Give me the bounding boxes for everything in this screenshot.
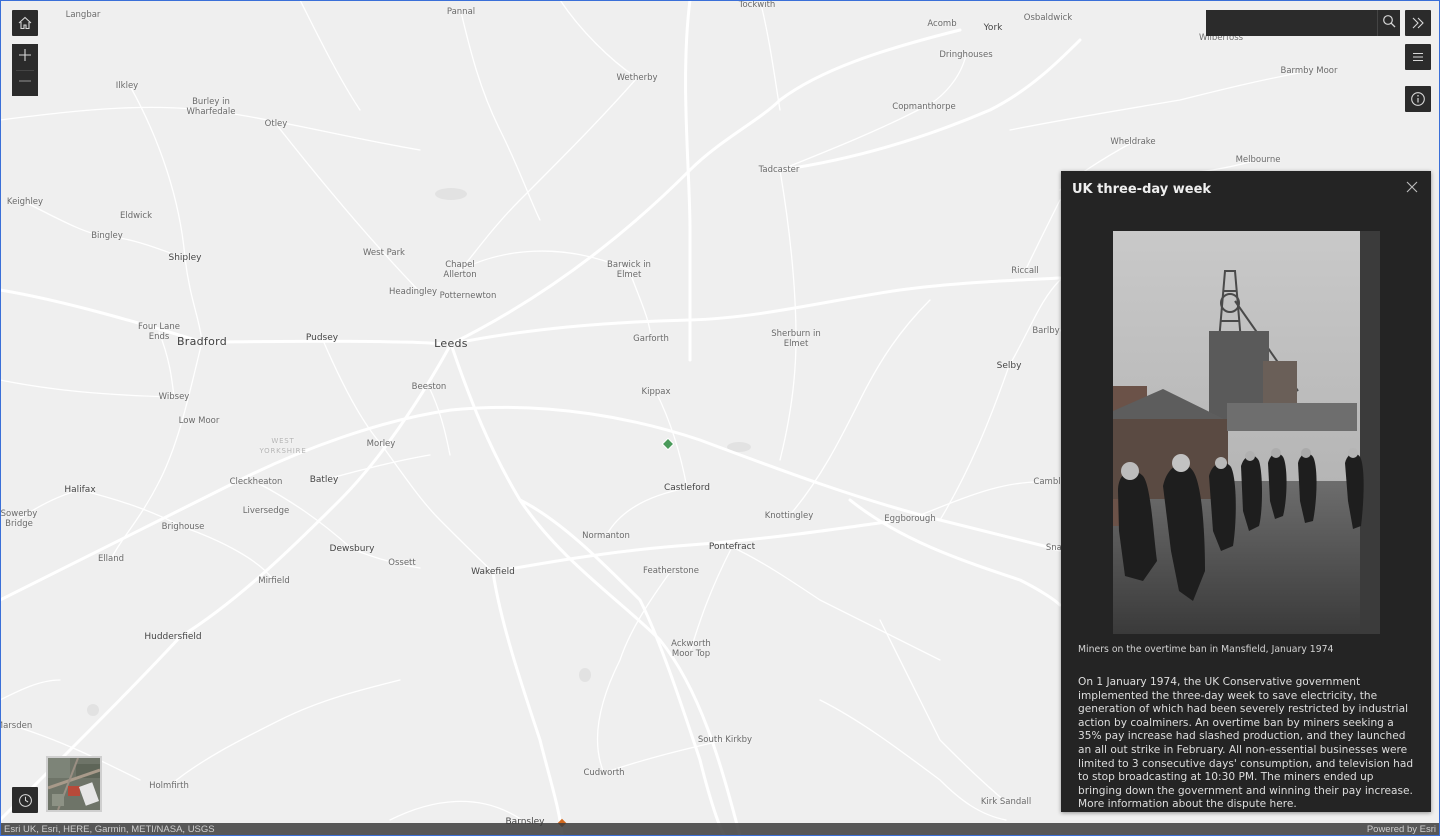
popup-body-text: On 1 January 1974, the UK Conservative g… xyxy=(1078,676,1414,811)
place-label: Pontefract xyxy=(708,542,756,552)
info-icon xyxy=(1410,91,1426,107)
place-label: Ossett xyxy=(388,558,416,568)
place-label: Burley in Wharfedale xyxy=(186,97,236,117)
list-icon xyxy=(1411,50,1425,64)
place-label: Potternewton xyxy=(439,291,497,301)
place-label: Knottingley xyxy=(764,511,814,521)
clock-icon xyxy=(18,793,33,808)
plus-icon xyxy=(18,48,32,67)
place-label: Huddersfield xyxy=(144,632,202,642)
place-label: Cleckheaton xyxy=(229,477,283,487)
search-input[interactable] xyxy=(1206,10,1377,36)
double-chevron-right-icon xyxy=(1411,16,1425,30)
place-label: Pannal xyxy=(446,7,476,17)
place-label: Sherburn in Elmet xyxy=(771,329,821,349)
place-label: Leeds xyxy=(434,337,468,350)
place-label: Brighouse xyxy=(161,522,205,532)
place-label: Morley xyxy=(366,439,396,449)
place-label: Barlby xyxy=(1032,326,1060,336)
zoom-out-button[interactable] xyxy=(12,70,38,96)
popup-header: UK three-day week xyxy=(1061,171,1431,207)
map-marker-green[interactable] xyxy=(661,437,675,451)
place-label: Langbar xyxy=(65,10,101,20)
place-label: Bingley xyxy=(91,231,123,241)
place-label: Liversedge xyxy=(242,506,290,516)
place-label: Tadcaster xyxy=(758,165,800,175)
close-button[interactable] xyxy=(1403,180,1421,198)
place-label: Batley xyxy=(309,475,339,485)
place-label: Eldwick xyxy=(119,211,153,221)
place-label: Garforth xyxy=(633,334,669,344)
place-label: Beeston xyxy=(411,382,447,392)
time-slider-button[interactable] xyxy=(12,787,38,813)
place-label: Holmfirth xyxy=(149,781,189,791)
place-label: Castleford xyxy=(664,483,710,493)
home-icon xyxy=(17,15,33,31)
popup-photo xyxy=(1113,231,1380,634)
feature-popup: UK three-day week Miners on the overtime… xyxy=(1061,171,1431,812)
place-label: Halifax xyxy=(64,485,96,495)
powered-by-link[interactable]: Powered by Esri xyxy=(1367,823,1436,836)
minus-icon xyxy=(18,74,32,93)
photo-caption: Miners on the overtime ban in Mansfield,… xyxy=(1078,644,1334,655)
popup-title: UK three-day week xyxy=(1072,181,1212,197)
place-label: York xyxy=(983,23,1003,33)
search-widget xyxy=(1206,10,1400,36)
place-label: Melbourne xyxy=(1235,155,1281,165)
place-label: Sowerby Bridge xyxy=(0,509,38,529)
expand-button[interactable] xyxy=(1405,10,1431,36)
place-label: Dewsbury xyxy=(329,544,375,554)
place-label: Dringhouses xyxy=(939,50,993,60)
search-button[interactable] xyxy=(1377,10,1400,36)
layer-list-button[interactable] xyxy=(1405,44,1431,70)
close-icon xyxy=(1406,180,1418,198)
basemap-toggle[interactable] xyxy=(46,756,102,812)
home-button[interactable] xyxy=(12,10,38,36)
place-label: Selby xyxy=(996,361,1022,371)
place-label: Eggborough xyxy=(884,514,936,524)
place-label: Elland xyxy=(97,554,125,564)
place-label: Low Moor xyxy=(178,416,220,426)
place-label: Kirk Sandall xyxy=(980,797,1032,807)
place-label: Osbaldwick xyxy=(1023,13,1073,23)
place-label: Normanton xyxy=(582,531,630,541)
place-label: Pudsey xyxy=(305,333,339,343)
place-label: Featherstone xyxy=(643,566,699,576)
place-label: South Kirkby xyxy=(697,735,753,745)
place-label: Ilkley xyxy=(115,81,139,91)
place-label: Wheldrake xyxy=(1110,137,1156,147)
place-label: Copmanthorpe xyxy=(892,102,956,112)
info-button[interactable] xyxy=(1405,86,1431,112)
zoom-control xyxy=(12,44,38,96)
place-label: Kippax xyxy=(641,387,671,397)
place-label: Headingley xyxy=(389,287,437,297)
place-label: Cambl xyxy=(1033,477,1061,487)
place-label: Bradford xyxy=(176,335,228,348)
place-label: Ackworth Moor Top xyxy=(671,639,711,659)
place-label: Barmby Moor xyxy=(1280,66,1338,76)
zoom-in-button[interactable] xyxy=(12,44,38,70)
place-label: Wakefield xyxy=(471,567,515,577)
place-label: Keighley xyxy=(6,197,44,207)
place-label: Otley xyxy=(264,119,288,129)
place-label: West Park xyxy=(363,248,405,258)
place-label: Tockwith xyxy=(738,0,776,10)
place-label: Mirfield xyxy=(258,576,290,586)
attribution-text: Esri UK, Esri, HERE, Garmin, METI/NASA, … xyxy=(4,824,215,835)
place-label: Cudworth xyxy=(583,768,625,778)
attribution-bar: Esri UK, Esri, HERE, Garmin, METI/NASA, … xyxy=(0,823,1440,836)
place-label: Marsden xyxy=(0,721,33,731)
place-label: Acomb xyxy=(927,19,957,29)
satellite-thumbnail xyxy=(48,758,100,810)
zoom-divider xyxy=(16,70,34,71)
place-label: Shipley xyxy=(168,253,202,263)
place-label: Wetherby xyxy=(616,73,658,83)
search-icon xyxy=(1382,14,1396,33)
miners-photo-image xyxy=(1113,231,1380,634)
place-label: Wibsey xyxy=(158,392,190,402)
place-label: WEST YORKSHIRE xyxy=(259,437,307,455)
place-label: Chapel Allerton xyxy=(443,260,477,280)
place-label: Riccall xyxy=(1011,266,1039,276)
place-label: Barwick in Elmet xyxy=(607,260,651,280)
